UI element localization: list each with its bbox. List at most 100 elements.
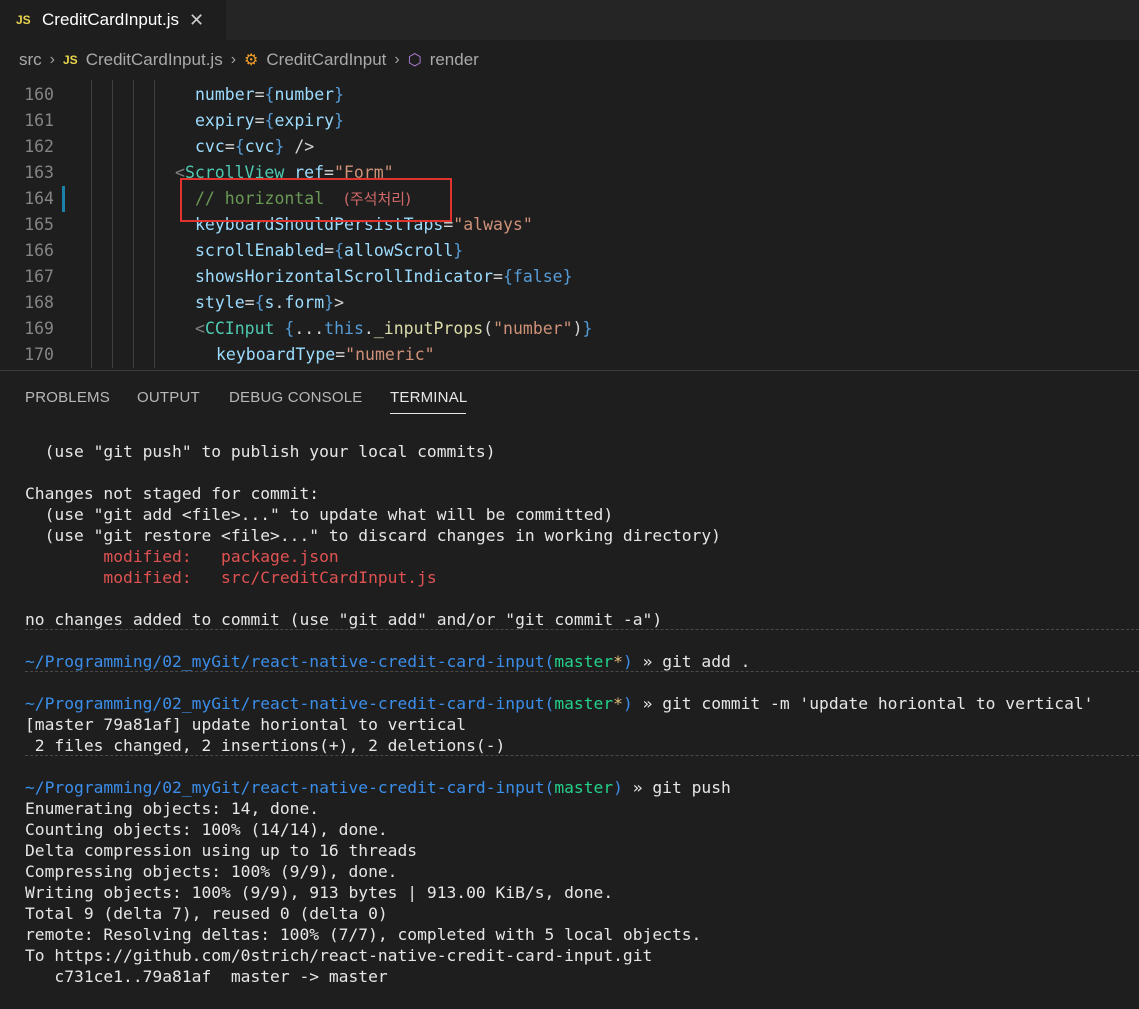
bottom-panel: PROBLEMS OUTPUT DEBUG CONSOLE TERMINAL (… bbox=[0, 370, 1139, 1009]
code-line: 164// horizontal (주석처리) bbox=[0, 186, 1139, 212]
active-tab-indicator bbox=[390, 413, 466, 414]
code-token: } bbox=[453, 241, 464, 260]
tab-credit-card-input[interactable]: JS CreditCardInput.js ✕ bbox=[0, 0, 226, 40]
terminal-line: [master 79a81af] update horiontal to ver… bbox=[25, 714, 466, 735]
code-line: 161 expiry={expiry} bbox=[0, 108, 1139, 134]
tab-problems[interactable]: PROBLEMS bbox=[25, 389, 110, 406]
code-line: 169 <CCInput {...this._inputProps("number… bbox=[0, 316, 1139, 342]
terminal-text: modified: package.json bbox=[25, 547, 339, 566]
tab-output[interactable]: OUTPUT bbox=[137, 389, 200, 406]
terminal-text: 2 files changed, 2 insertions(+), 2 dele… bbox=[25, 736, 506, 755]
code-token: } bbox=[334, 85, 345, 104]
code-text: style={s.form}> bbox=[195, 290, 344, 316]
breadcrumb-item-file[interactable]: CreditCardInput.js bbox=[86, 50, 223, 70]
line-number: 167 bbox=[24, 267, 54, 286]
terminal-text: To https://github.com/0strich/react-nati… bbox=[25, 946, 653, 965]
code-token: = bbox=[324, 241, 335, 260]
tab-terminal[interactable]: TERMINAL bbox=[390, 389, 467, 406]
code-token: ... bbox=[294, 319, 325, 338]
terminal-text: ) bbox=[613, 778, 623, 797]
code-line: 160 number={number} bbox=[0, 82, 1139, 108]
terminal-line: ~/Programming/02_myGit/react-native-cred… bbox=[25, 777, 731, 798]
code-token: cvc bbox=[244, 137, 275, 156]
line-number: 169 bbox=[24, 319, 54, 338]
code-editor[interactable]: 160 number={number} 161 expiry={expiry} 162 c… bbox=[0, 80, 1139, 368]
terminal-line: c731ce1..79a81af master -> master bbox=[25, 966, 387, 987]
code-line: 167 showsHorizontalScrollIndicator={false… bbox=[0, 264, 1139, 290]
code-token: this bbox=[324, 319, 364, 338]
code-token: } bbox=[334, 111, 345, 130]
code-token: expiry bbox=[195, 111, 255, 130]
line-number: 164 bbox=[24, 189, 54, 208]
code-line: 168 style={s.form}> bbox=[0, 290, 1139, 316]
terminal-text: » git push bbox=[622, 778, 731, 797]
terminal-text: (use "git add <file>..." to update what … bbox=[25, 505, 614, 524]
code-token: { bbox=[234, 137, 245, 156]
code-token: number bbox=[195, 85, 255, 104]
terminal-line: Total 9 (delta 7), reused 0 (delta 0) bbox=[25, 903, 388, 924]
line-number: 160 bbox=[24, 85, 54, 104]
line-number: 165 bbox=[24, 215, 54, 234]
code-token: . bbox=[363, 319, 374, 338]
terminal-line: (use "git restore <file>..." to discard … bbox=[25, 525, 721, 546]
terminal-text: Changes not staged for commit: bbox=[25, 484, 320, 503]
terminal-text: ( bbox=[544, 778, 555, 797]
terminal-text: * bbox=[613, 694, 623, 713]
js-file-icon: JS bbox=[63, 53, 78, 67]
code-token: } bbox=[324, 293, 335, 312]
code-line: 166 scrollEnabled={allowScroll} bbox=[0, 238, 1139, 264]
code-token: ) bbox=[572, 319, 583, 338]
code-token: expiry bbox=[274, 111, 335, 130]
code-text: number={number} bbox=[195, 82, 344, 108]
terminal-line: ~/Programming/02_myGit/react-native-cred… bbox=[25, 693, 1093, 714]
line-number: 162 bbox=[24, 137, 54, 156]
code-token: /> bbox=[284, 137, 315, 156]
terminal-text: » git add . bbox=[632, 652, 751, 671]
terminal-text: ( bbox=[544, 652, 555, 671]
terminal-line: Delta compression using up to 16 threads bbox=[25, 840, 417, 861]
code-text: keyboardType="numeric" bbox=[216, 342, 435, 368]
code-token: form bbox=[284, 293, 325, 312]
code-token: scrollEnabled bbox=[195, 241, 325, 260]
terminal-line: no changes added to commit (use "git add… bbox=[25, 609, 662, 630]
breadcrumb: src › JS CreditCardInput.js › ⚙ CreditCa… bbox=[0, 40, 1139, 80]
editor-tab-bar: JS CreditCardInput.js ✕ bbox=[0, 0, 1139, 40]
close-icon[interactable]: ✕ bbox=[189, 10, 204, 31]
terminal-text: [master 79a81af] update horiontal to ver… bbox=[25, 715, 467, 734]
code-text: cvc={cvc} /> bbox=[195, 134, 314, 160]
breadcrumb-item-method[interactable]: render bbox=[430, 50, 479, 70]
terminal-text: Counting objects: 100% (14/14), done. bbox=[25, 820, 388, 839]
code-token: = bbox=[493, 267, 503, 286]
code-token: _inputProps bbox=[373, 319, 484, 338]
code-token: showsHorizontalScrollIndicator bbox=[195, 267, 494, 286]
code-token: = bbox=[254, 111, 265, 130]
chevron-right-icon: › bbox=[230, 51, 237, 68]
terminal-line: remote: Resolving deltas: 100% (7/7), co… bbox=[25, 924, 701, 945]
terminal-text: modified: src/CreditCardInput.js bbox=[25, 568, 437, 587]
breadcrumb-item-src[interactable]: src bbox=[19, 50, 42, 70]
line-number: 163 bbox=[24, 163, 54, 182]
line-number: 166 bbox=[24, 241, 54, 260]
terminal-line: To https://github.com/0strich/react-nati… bbox=[25, 945, 652, 966]
tab-title: CreditCardInput.js bbox=[42, 10, 180, 29]
code-token: > bbox=[334, 293, 345, 312]
tab-debug-console[interactable]: DEBUG CONSOLE bbox=[229, 389, 362, 406]
terminal-line: Counting objects: 100% (14/14), done. bbox=[25, 819, 388, 840]
code-text: <CCInput {...this._inputProps("number")} bbox=[195, 316, 592, 342]
terminal-text: remote: Resolving deltas: 100% (7/7), co… bbox=[25, 925, 702, 944]
terminal-text: » git commit -m 'update horiontal to ver… bbox=[632, 694, 1094, 713]
code-token: CCInput bbox=[204, 319, 275, 338]
code-token: { bbox=[264, 85, 275, 104]
terminal-line: Enumerating objects: 14, done. bbox=[25, 798, 319, 819]
terminal-line: modified: src/CreditCardInput.js bbox=[25, 567, 437, 588]
code-text: scrollEnabled={allowScroll} bbox=[195, 238, 463, 264]
terminal-text: ) bbox=[622, 694, 633, 713]
code-token: "number" bbox=[493, 319, 573, 338]
terminal-text: (use "git push" to publish your local co… bbox=[25, 442, 496, 461]
code-token: } bbox=[274, 137, 285, 156]
code-token: "always" bbox=[453, 215, 533, 234]
terminal-line: (use "git push" to publish your local co… bbox=[25, 441, 496, 462]
breadcrumb-item-class[interactable]: CreditCardInput bbox=[266, 50, 386, 70]
code-token: { bbox=[284, 319, 295, 338]
code-text: expiry={expiry} bbox=[195, 108, 344, 134]
